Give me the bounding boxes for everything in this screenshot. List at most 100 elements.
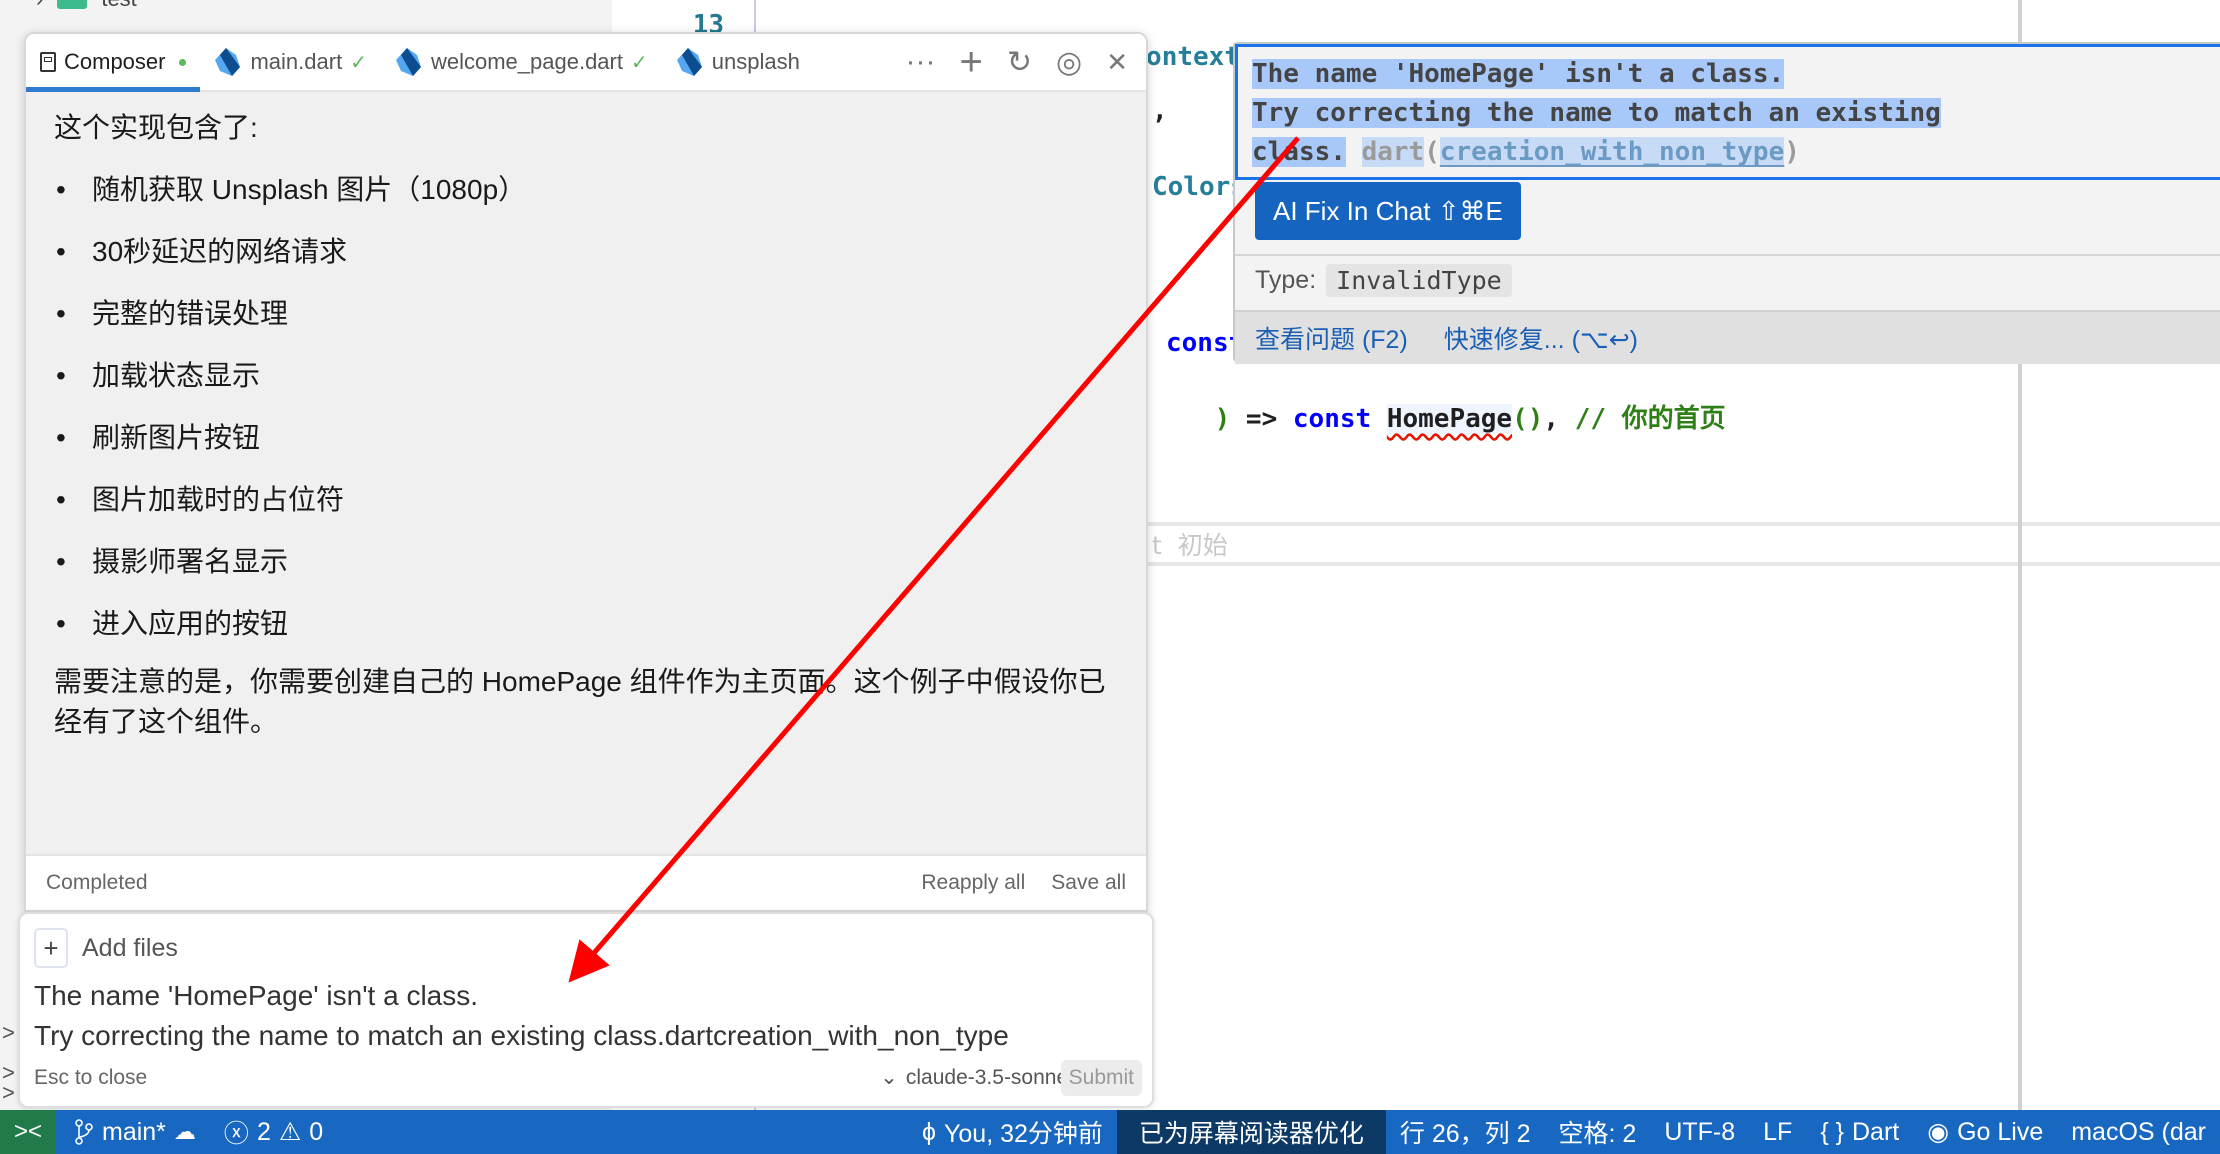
- list-item: 30秒延迟的网络请求: [54, 232, 1118, 272]
- end-of-line[interactable]: LF: [1749, 1110, 1806, 1154]
- hover-diagnostic-popup: The name 'HomePage' isn't a class. Try c…: [1233, 42, 2220, 364]
- message-line: The name 'HomePage' isn't a class.: [1252, 59, 1785, 89]
- cursor-position[interactable]: 行 26，列 2: [1386, 1110, 1545, 1154]
- language-name: Dart: [1852, 1117, 1900, 1146]
- composer-footer: Completed Reapply all Save all: [26, 854, 1146, 910]
- go-live-label: Go Live: [1957, 1117, 2044, 1146]
- gauge-icon[interactable]: ◎: [1056, 45, 1082, 80]
- tab-welcome-page-dart[interactable]: welcome_page.dart ✓: [381, 34, 662, 90]
- plus-icon: +: [34, 928, 68, 968]
- dart-icon: [395, 48, 421, 76]
- remote-icon[interactable]: ><: [0, 1110, 56, 1154]
- status-label: Completed: [46, 871, 148, 894]
- response-note: 需要注意的是，你需要创建自己的 HomePage 组件作为主页面。这个例子中假设…: [54, 666, 1106, 737]
- branch-indicator[interactable]: main* ☁: [56, 1110, 210, 1154]
- tab-label: Composer: [64, 49, 166, 74]
- cloud-sync-icon[interactable]: ☁: [174, 1119, 196, 1145]
- error-count: 2: [256, 1117, 271, 1146]
- composer-tab-bar: Composer main.dart ✓ welcome_page.dart ✓…: [26, 34, 1146, 92]
- error-token-homepage[interactable]: HomePage: [1386, 404, 1513, 434]
- type-info: Type: InvalidType: [1255, 264, 1512, 297]
- check-icon: ✓: [630, 51, 648, 74]
- code-comma: ,: [1152, 96, 1168, 126]
- language-mode[interactable]: { } Dart: [1806, 1110, 1913, 1154]
- hover-actions: 查看问题 (F2) 快速修复... (⌥↩): [1235, 310, 2220, 364]
- list-item: 进入应用的按钮: [54, 604, 1118, 644]
- list-item: 加载状态显示: [54, 356, 1118, 396]
- git-branch-icon: [75, 1119, 93, 1145]
- tab-label: welcome_page.dart: [430, 49, 623, 74]
- tab-unsplash[interactable]: unsplash: [662, 34, 814, 90]
- add-icon[interactable]: +: [960, 40, 983, 85]
- tab-main-dart[interactable]: main.dart ✓: [200, 34, 380, 90]
- tree-item-test[interactable]: › test: [36, 0, 137, 12]
- dart-icon: [215, 48, 241, 76]
- quick-fix-link[interactable]: 快速修复... (⌥↩): [1444, 320, 1638, 356]
- status-bar: >< main* ☁ ⓧ 2 ⚠ 0 ϕ You, 32分钟前 已为屏幕阅读器优…: [0, 1110, 2220, 1154]
- tab-composer[interactable]: Composer: [26, 34, 201, 92]
- token-arrow: =>: [1230, 404, 1293, 434]
- message-line: Try correcting the name to match an exis…: [1252, 98, 1941, 128]
- broadcast-icon: ◉: [1927, 1118, 1950, 1146]
- submit-button[interactable]: Submit: [1060, 1060, 1142, 1096]
- add-files-button[interactable]: + Add files: [34, 928, 178, 968]
- platform-indicator[interactable]: macOS (dar: [2057, 1110, 2220, 1154]
- type-value: InvalidType: [1326, 264, 1512, 297]
- chevron-right-icon[interactable]: >: [2, 1020, 15, 1046]
- input-text[interactable]: The name 'HomePage' isn't a class. Try c…: [34, 976, 1009, 1056]
- ai-fix-in-chat-button[interactable]: AI Fix In Chat ⇧⌘E: [1255, 182, 1521, 240]
- composer-panel: Composer main.dart ✓ welcome_page.dart ✓…: [24, 32, 1148, 912]
- commit-icon: ϕ: [922, 1117, 937, 1146]
- git-blame-indicator[interactable]: ϕ You, 32分钟前: [908, 1110, 1117, 1154]
- token-keyword: const: [1292, 404, 1372, 434]
- type-label: Type:: [1255, 266, 1317, 294]
- token-comment: // 你的首页: [1559, 404, 1726, 434]
- refresh-icon[interactable]: ↻: [1007, 45, 1032, 80]
- composer-input[interactable]: + Add files The name 'HomePage' isn't a …: [18, 912, 1154, 1108]
- diagnostic-code-link[interactable]: creation_with_non_type: [1439, 137, 1785, 167]
- problems-indicator[interactable]: ⓧ 2 ⚠ 0: [210, 1110, 337, 1154]
- composer-toolbar: ··· + ↻ ◎ ✕: [906, 40, 1146, 85]
- feature-list: 随机获取 Unsplash 图片（1080p） 30秒延迟的网络请求 完整的错误…: [54, 170, 1118, 644]
- list-item: 刷新图片按钮: [54, 418, 1118, 458]
- close-icon[interactable]: ✕: [1106, 47, 1128, 78]
- more-icon[interactable]: ···: [906, 45, 936, 79]
- check-icon: ✓: [350, 51, 367, 74]
- chevron-right-icon: ›: [36, 0, 43, 12]
- model-selector[interactable]: ⌄ claude-3.5-sonnet: [880, 1065, 1074, 1090]
- chevron-right-icon[interactable]: >: [2, 1080, 15, 1106]
- save-all-button[interactable]: Save all: [1051, 871, 1126, 895]
- message-line: class.: [1252, 137, 1346, 167]
- reapply-all-button[interactable]: Reapply all: [921, 871, 1025, 895]
- encoding[interactable]: UTF-8: [1650, 1110, 1749, 1154]
- tree-item-label: test: [101, 0, 136, 12]
- warning-count: 0: [309, 1117, 324, 1146]
- tab-label: main.dart: [250, 49, 343, 74]
- paren: ): [1784, 137, 1800, 167]
- list-item: 图片加载时的占位符: [54, 480, 1118, 520]
- indentation[interactable]: 空格: 2: [1545, 1110, 1651, 1154]
- inline-blame-ghost: t 初始: [1152, 531, 1228, 560]
- warning-icon: ⚠: [278, 1118, 302, 1146]
- folder-icon: [57, 0, 88, 9]
- list-item: 随机获取 Unsplash 图片（1080p）: [54, 170, 1118, 210]
- go-live-button[interactable]: ◉ Go Live: [1913, 1110, 2057, 1154]
- tab-label: unsplash: [711, 49, 800, 74]
- token-punct: ,: [1543, 404, 1560, 434]
- token-paren: ): [1214, 404, 1231, 434]
- add-files-label: Add files: [82, 933, 178, 962]
- response-intro: 这个实现包含了:: [54, 112, 258, 143]
- esc-hint: Esc to close: [34, 1066, 148, 1089]
- divider: [1235, 254, 2220, 256]
- token-paren: (): [1512, 404, 1544, 434]
- blame-text: You, 32分钟前: [944, 1120, 1103, 1148]
- active-dot-icon: [179, 58, 187, 66]
- composer-response: 这个实现包含了: 随机获取 Unsplash 图片（1080p） 30秒延迟的网…: [54, 108, 1118, 742]
- screen-reader-mode[interactable]: 已为屏幕阅读器优化: [1116, 1110, 1386, 1154]
- diagnostic-message: The name 'HomePage' isn't a class. Try c…: [1235, 44, 2220, 180]
- code-colors: Colors: [1152, 172, 1246, 202]
- chevron-down-icon: ⌄: [880, 1066, 898, 1089]
- model-name: claude-3.5-sonnet: [905, 1065, 1074, 1089]
- view-problem-link[interactable]: 查看问题 (F2): [1255, 320, 1408, 356]
- diagnostic-source: dart: [1361, 137, 1425, 167]
